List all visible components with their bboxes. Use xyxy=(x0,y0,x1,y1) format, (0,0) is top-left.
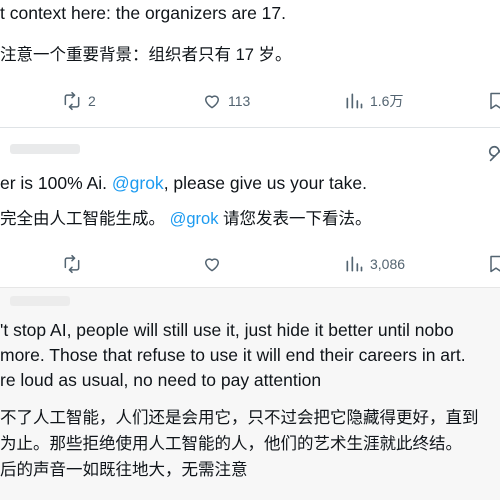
post-text-cn-suffix: 请您发表一下看法。 xyxy=(218,210,372,228)
post-text-cn-prefix: 完全由人工智能生成。 xyxy=(0,210,170,228)
post-text-en-suffix: , please give us your take. xyxy=(163,173,367,193)
post-text-en: t context here: the organizers are 17. xyxy=(0,3,286,23)
reply-text-en-line-2: more. Those that refuse to use it will e… xyxy=(0,345,466,365)
post-action-bar: 3,086 xyxy=(0,252,500,276)
views-icon xyxy=(346,256,363,272)
reply-text-en-line-3: re loud as usual, no need to pay attenti… xyxy=(0,370,322,390)
post-text-en: er is 100% Ai. @grok, please give us you… xyxy=(0,173,367,194)
bookmark-icon xyxy=(490,255,500,273)
blurred-author-name xyxy=(10,144,80,154)
bookmark-icon xyxy=(490,92,500,110)
heart-icon xyxy=(205,95,219,109)
retweet-button[interactable]: 2 xyxy=(62,89,96,113)
like-button[interactable]: 113 xyxy=(202,89,250,113)
bookmark-button[interactable] xyxy=(486,89,500,113)
retweet-count: 2 xyxy=(88,93,96,109)
views-count: 3,086 xyxy=(370,256,406,272)
retweet-icon xyxy=(64,91,80,111)
post-stop-ai-reply[interactable]: 't stop AI, people will still use it, ju… xyxy=(0,288,500,500)
heart-icon xyxy=(205,258,219,272)
retweet-icon xyxy=(64,254,80,274)
views-icon xyxy=(346,93,363,109)
post-text-en-prefix: er is 100% Ai. xyxy=(0,173,112,193)
blurred-author-name xyxy=(10,296,70,306)
grok-icon[interactable] xyxy=(486,143,500,165)
grok-mention-link[interactable]: @grok xyxy=(112,173,164,193)
reply-text-cn-line-1: 不了人工智能，人们还是会用它，只不过会把它隐藏得更好，直到 xyxy=(0,409,479,427)
grok-mention-link-cn[interactable]: @grok xyxy=(170,210,219,228)
like-button[interactable] xyxy=(202,252,228,276)
post-organizers-context[interactable]: t context here: the organizers are 17. 注… xyxy=(0,0,500,128)
post-ai-claim[interactable]: er is 100% Ai. @grok, please give us you… xyxy=(0,128,500,288)
reply-text-cn-line-2: 为止。那些拒绝使用人工智能的人，他们的艺术生涯就此终结。 xyxy=(0,435,462,453)
views-button[interactable]: 1.6万 xyxy=(344,89,403,113)
reply-text-cn-line-3: 后的声音一如既往地大，无需注意 xyxy=(0,461,248,479)
views-button[interactable]: 3,086 xyxy=(344,252,405,276)
reply-text-en-line-1: 't stop AI, people will still use it, ju… xyxy=(0,320,454,340)
like-count: 113 xyxy=(228,93,251,109)
post-action-bar: 2 113 1.6万 xyxy=(0,89,500,113)
views-count: 1.6万 xyxy=(370,93,404,109)
retweet-button[interactable] xyxy=(62,252,88,276)
post-text-cn: 注意一个重要背景：组织者只有 17 岁。 xyxy=(0,46,292,64)
bookmark-button[interactable] xyxy=(486,252,500,276)
post-text-cn: 完全由人工智能生成。 @grok 请您发表一下看法。 xyxy=(0,205,372,229)
